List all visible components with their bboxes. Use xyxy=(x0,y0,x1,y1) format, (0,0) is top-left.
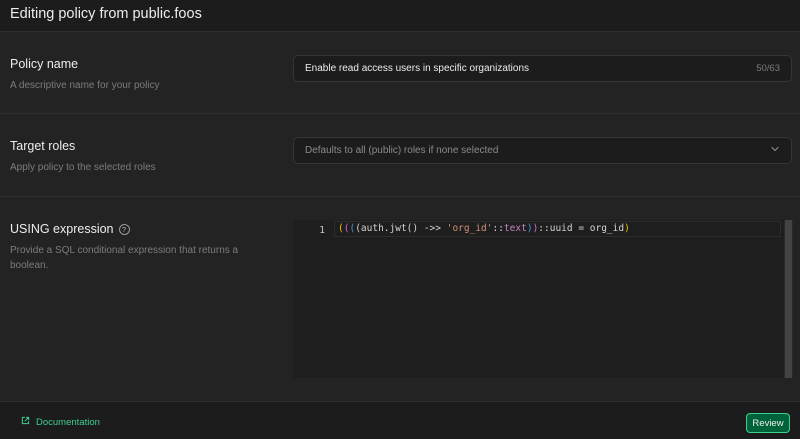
target-roles-select[interactable]: Defaults to all (public) roles if none s… xyxy=(293,137,792,164)
code-token: ) xyxy=(624,223,630,234)
code-token: (auth.jwt() ->> xyxy=(355,223,447,234)
panel-footer: Documentation Review xyxy=(0,401,800,439)
panel-title: Editing policy from public.foos xyxy=(10,6,202,22)
code-token: :: xyxy=(492,223,504,234)
character-count: 50/63 xyxy=(756,63,780,74)
editor-scrollbar[interactable] xyxy=(784,220,793,378)
target-roles-description: Apply policy to the selected roles xyxy=(10,162,156,173)
policy-name-label: Policy name xyxy=(10,57,79,71)
target-roles-section: Target roles Apply policy to the selecte… xyxy=(0,114,800,197)
documentation-link[interactable]: Documentation xyxy=(21,416,100,428)
documentation-label: Documentation xyxy=(36,416,100,428)
target-roles-placeholder: Defaults to all (public) roles if none s… xyxy=(305,145,499,156)
scrollbar-thumb[interactable] xyxy=(785,220,792,378)
policy-form: Policy name A descriptive name for your … xyxy=(0,32,800,401)
chevron-down-icon xyxy=(770,144,780,157)
policy-name-value: Enable read access users in specific org… xyxy=(305,63,530,74)
line-number: 1 xyxy=(319,225,325,236)
panel-header: Editing policy from public.foos xyxy=(0,0,800,32)
using-expression-label-text: USING expression xyxy=(10,222,114,236)
policy-name-section: Policy name A descriptive name for your … xyxy=(0,32,800,114)
policy-name-input[interactable]: Enable read access users in specific org… xyxy=(293,55,792,82)
using-expression-section: USING expression? Provide a SQL conditio… xyxy=(0,197,800,401)
code-token: ::uuid = org_id xyxy=(538,223,625,234)
policy-name-description: A descriptive name for your policy xyxy=(10,80,160,91)
target-roles-label: Target roles xyxy=(10,139,76,153)
help-icon[interactable]: ? xyxy=(118,224,130,235)
code-keyword: text xyxy=(503,223,527,234)
using-expression-label: USING expression? xyxy=(10,222,130,236)
sql-code-editor[interactable]: 1 ((((auth.jwt() ->> 'org_id'::text))::u… xyxy=(293,220,793,378)
using-expression-description: Provide a SQL conditional expression tha… xyxy=(10,245,239,271)
external-link-icon xyxy=(21,416,36,428)
code-string: 'org_id' xyxy=(446,223,493,234)
review-button[interactable]: Review xyxy=(746,413,790,433)
code-line[interactable]: ((((auth.jwt() ->> 'org_id'::text))::uui… xyxy=(334,221,781,237)
